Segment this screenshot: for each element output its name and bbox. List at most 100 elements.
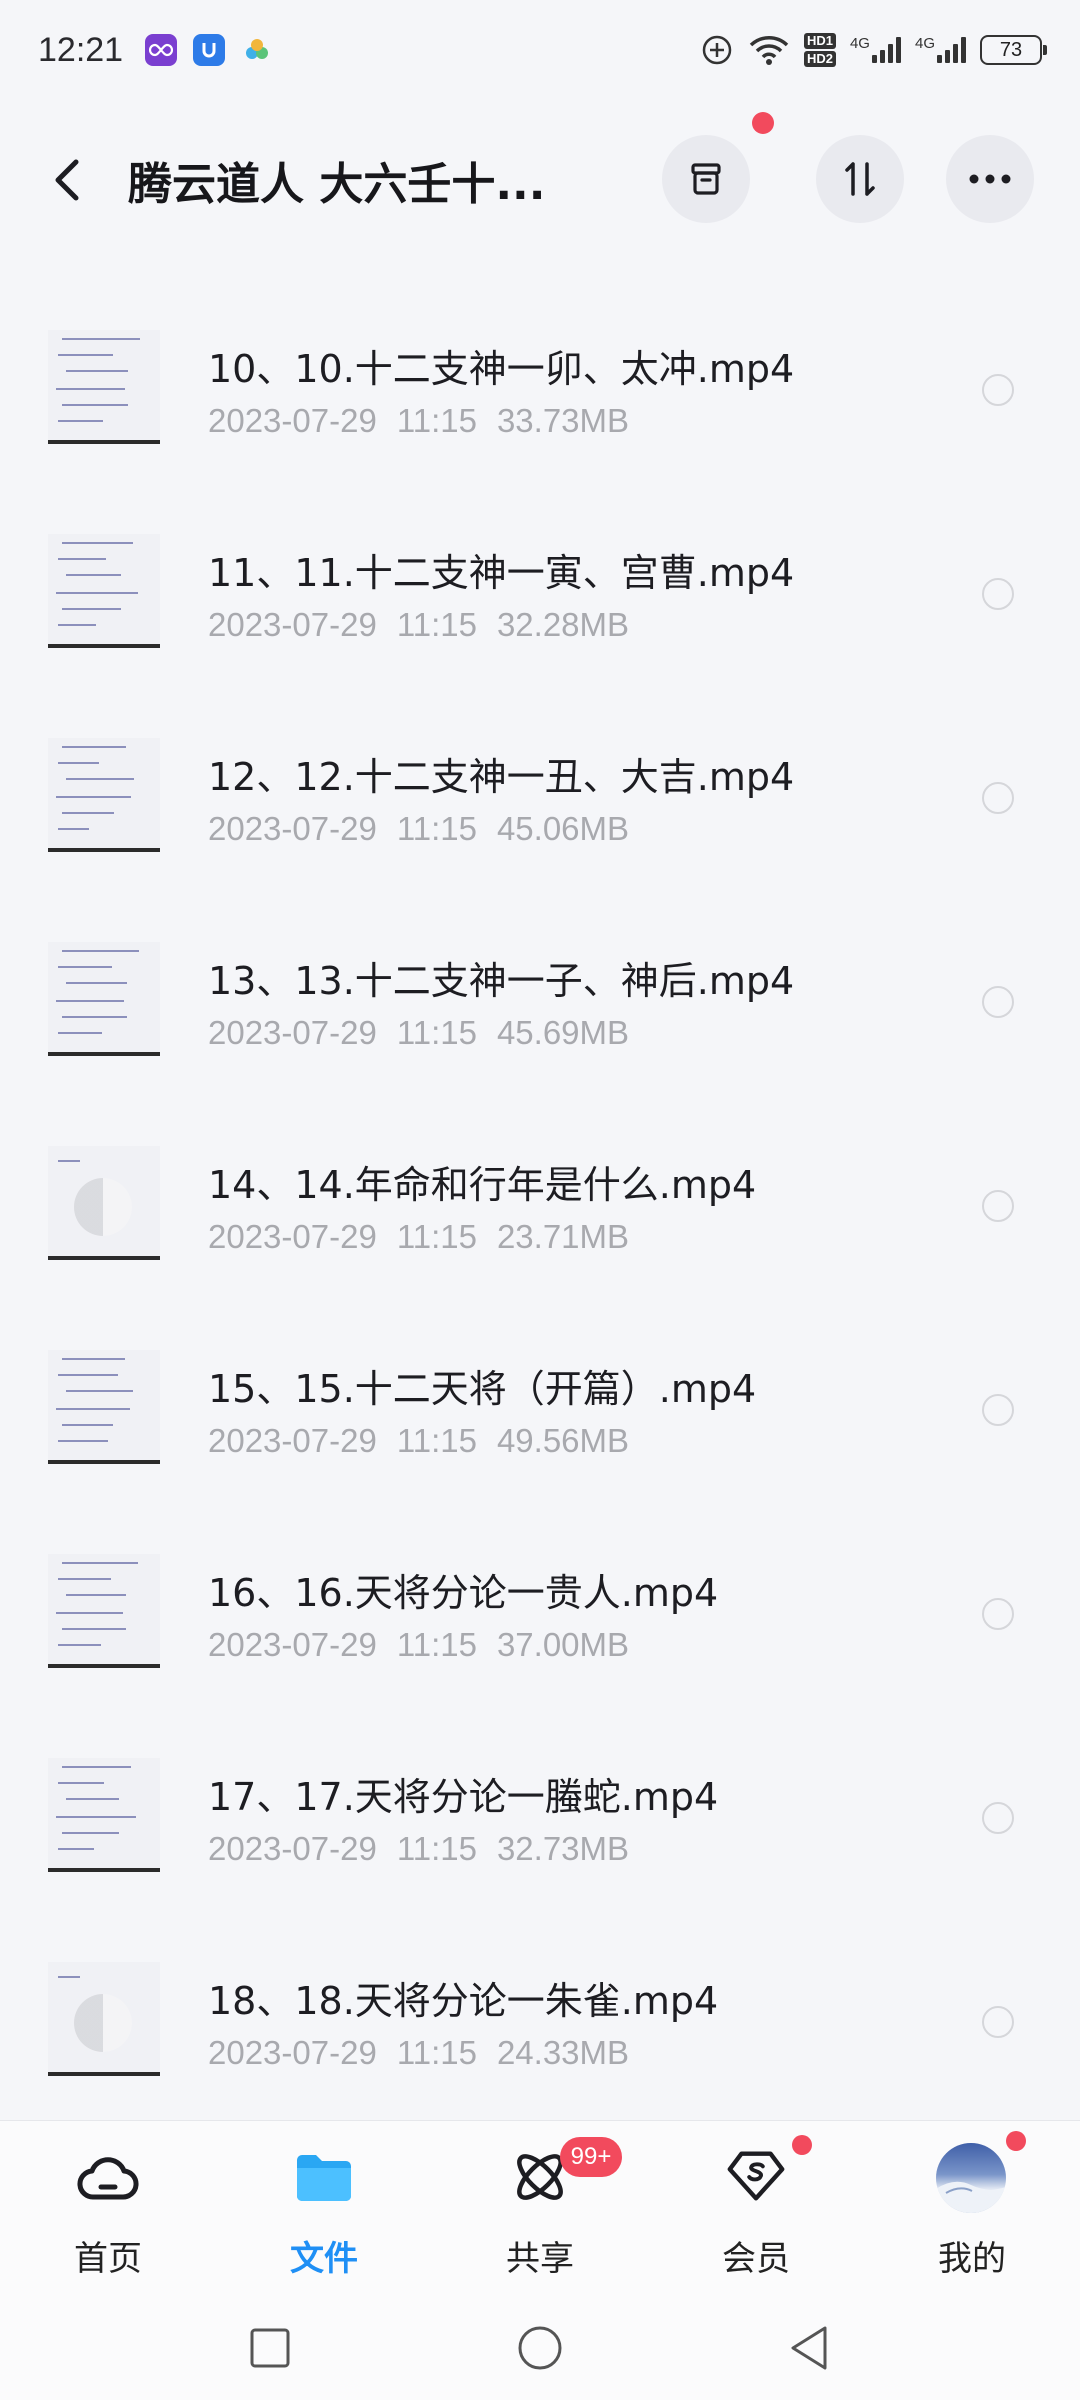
- nav-item-vip[interactable]: 会员: [648, 2121, 864, 2281]
- recents-square-icon[interactable]: [240, 2318, 300, 2378]
- handwriting-line: [62, 1766, 131, 1768]
- handwriting-line: [58, 1160, 80, 1162]
- file-row[interactable]: 13、13.十二支神一子、神后.mp4 2023-07-29 11:15 45.69M…: [0, 902, 1080, 1106]
- file-size: 45.69MB: [496, 1014, 630, 1051]
- file-date: 2023-07-29: [208, 1014, 377, 1051]
- handwriting-line: [66, 1594, 126, 1596]
- file-size: 49.56MB: [496, 1422, 630, 1459]
- file-size: 32.73MB: [496, 1830, 630, 1867]
- chevron-left-icon[interactable]: [40, 152, 96, 208]
- select-checkbox[interactable]: [982, 1802, 1014, 1834]
- file-name: 12、12.十二支神一丑、大吉.mp4: [208, 755, 795, 799]
- home-circle-icon[interactable]: [510, 2318, 570, 2378]
- file-size: 23.71MB: [496, 1218, 630, 1255]
- handwriting-line: [58, 624, 96, 626]
- file-date: 2023-07-29: [208, 2034, 377, 2071]
- file-meta: 2023-07-29 11:15 23.71MB: [208, 1218, 649, 1256]
- cloud-home-icon: [76, 2145, 140, 2209]
- file-time: 11:15: [396, 1626, 477, 1663]
- back-triangle-icon[interactable]: [780, 2318, 840, 2378]
- more-icon[interactable]: [946, 135, 1034, 223]
- file-meta: 2023-07-29 11:15 33.73MB: [208, 402, 649, 440]
- handwriting-line: [58, 828, 89, 830]
- u-app-icon: [193, 34, 226, 66]
- handwriting-line: [66, 574, 121, 576]
- nav-item-home[interactable]: 首页: [0, 2121, 216, 2281]
- file-row[interactable]: 16、16.天将分论一贵人.mp4 2023-07-29 11:15 37.00MB: [0, 1514, 1080, 1718]
- handwriting-line: [62, 1832, 119, 1834]
- file-name: 17、17.天将分论一螣蛇.mp4: [208, 1775, 719, 1819]
- video-thumbnail: [48, 1758, 160, 1872]
- file-meta: 2023-07-29 11:15 49.56MB: [208, 1422, 649, 1460]
- select-checkbox[interactable]: [982, 374, 1014, 406]
- file-time: 11:15: [396, 402, 477, 439]
- handwriting-line: [66, 1390, 133, 1392]
- file-meta: 2023-07-29 11:15 24.33MB: [208, 2034, 649, 2072]
- file-time: 11:15: [396, 810, 477, 847]
- nav-item-files[interactable]: 文件: [216, 2121, 432, 2281]
- nav-label-files: 文件: [290, 2239, 358, 2279]
- file-date: 2023-07-29: [208, 1422, 377, 1459]
- handwriting-line: [56, 1000, 124, 1002]
- file-row[interactable]: 10、10.十二支神一卯、太冲.mp4 2023-07-29 11:15 33.73M…: [0, 290, 1080, 494]
- file-size: 32.28MB: [496, 606, 630, 643]
- file-time: 11:15: [396, 606, 477, 643]
- file-row[interactable]: 18、18.天将分论一朱雀.mp4 2023-07-29 11:15 24.33MB: [0, 1922, 1080, 2126]
- signal-4g-icon: 4G: [850, 35, 901, 63]
- handwriting-line: [62, 1628, 126, 1630]
- nav-label-vip: 会员: [722, 2239, 790, 2279]
- file-name: 18、18.天将分论一朱雀.mp4: [208, 1979, 719, 2023]
- infinity-app-icon: [145, 34, 178, 66]
- file-size: 33.73MB: [496, 402, 630, 439]
- select-checkbox[interactable]: [982, 986, 1014, 1018]
- folder-icon: [292, 2145, 356, 2209]
- file-name: 11、11.十二支神一寅、宫曹.mp4: [208, 551, 795, 595]
- handwriting-line: [62, 746, 126, 748]
- file-row[interactable]: 17、17.天将分论一螣蛇.mp4 2023-07-29 11:15 32.73MB: [0, 1718, 1080, 1922]
- file-date: 2023-07-29: [208, 1626, 377, 1663]
- select-checkbox[interactable]: [982, 1598, 1014, 1630]
- handwriting-line: [56, 1612, 123, 1614]
- nav-item-share[interactable]: 99+ 共享: [432, 2121, 648, 2281]
- avatar: [936, 2143, 1006, 2213]
- select-checkbox[interactable]: [982, 2006, 1014, 2038]
- handwriting-line: [58, 966, 112, 968]
- file-time: 11:15: [396, 1218, 477, 1255]
- handwriting-line: [66, 982, 127, 984]
- file-time: 11:15: [396, 1830, 477, 1867]
- file-row[interactable]: 14、14.年命和行年是什么.mp4 2023-07-29 11:15 23.71MB: [0, 1106, 1080, 1310]
- handwriting-line: [62, 950, 139, 952]
- file-date: 2023-07-29: [208, 1830, 377, 1867]
- sort-icon[interactable]: [816, 135, 904, 223]
- video-thumbnail: [48, 330, 160, 444]
- page-title: 腾云道人 大六壬十...: [128, 159, 546, 210]
- select-checkbox[interactable]: [982, 1190, 1014, 1222]
- file-meta: 2023-07-29 11:15 32.28MB: [208, 606, 649, 644]
- file-row[interactable]: 12、12.十二支神一丑、大吉.mp4 2023-07-29 11:15 45.06M…: [0, 698, 1080, 902]
- handwriting-line: [58, 558, 106, 560]
- status-bar: 12:21 HD1 HD2 4G 4G 73: [0, 0, 1080, 100]
- handwriting-line: [62, 1562, 138, 1564]
- handwriting-line: [62, 608, 121, 610]
- file-row[interactable]: 11、11.十二支神一寅、宫曹.mp4 2023-07-29 11:15 32.28M…: [0, 494, 1080, 698]
- nav-item-me[interactable]: 我的: [864, 2121, 1080, 2281]
- yinyang-image: [74, 1178, 132, 1236]
- file-name: 14、14.年命和行年是什么.mp4: [208, 1163, 757, 1207]
- file-date: 2023-07-29: [208, 606, 377, 643]
- file-meta: 2023-07-29 11:15 32.73MB: [208, 1830, 649, 1868]
- trash-icon[interactable]: [662, 135, 750, 223]
- handwriting-line: [62, 338, 140, 340]
- vip-s-icon: [724, 2145, 788, 2209]
- handwriting-line: [62, 1358, 125, 1360]
- handwriting-line: [56, 796, 131, 798]
- select-checkbox[interactable]: [982, 1394, 1014, 1426]
- file-row[interactable]: 15、15.十二天将（开篇）.mp4 2023-07-29 11:15 49.56MB: [0, 1310, 1080, 1514]
- signal-4g-icon: 4G: [915, 35, 966, 63]
- notification-dot: [752, 112, 774, 134]
- file-time: 11:15: [396, 1014, 477, 1051]
- select-checkbox[interactable]: [982, 578, 1014, 610]
- handwriting-line: [58, 1578, 111, 1580]
- select-checkbox[interactable]: [982, 782, 1014, 814]
- hd-icon: HD1 HD2: [803, 33, 836, 67]
- file-name: 13、13.十二支神一子、神后.mp4: [208, 959, 795, 1003]
